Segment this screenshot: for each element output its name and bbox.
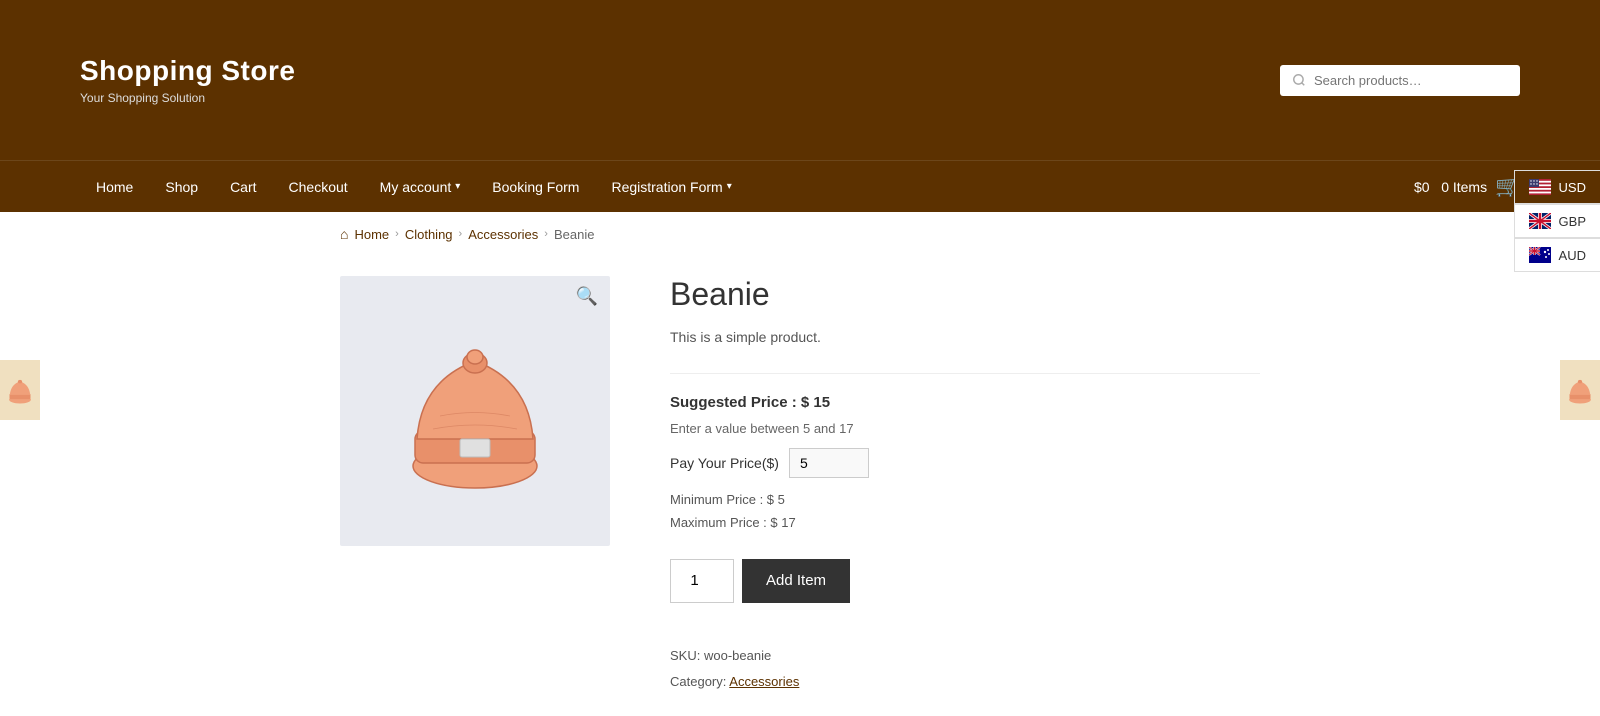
nav-checkout[interactable]: Checkout xyxy=(273,161,364,213)
chevron-down-icon: ▾ xyxy=(727,181,732,192)
pricing-section: Suggested Price : $ 15 Enter a value bet… xyxy=(670,373,1260,535)
breadcrumb-current: Beanie xyxy=(554,227,594,242)
pay-your-price-row: Pay Your Price($) xyxy=(670,448,1260,478)
min-price: Minimum Price : $ 5 xyxy=(670,488,1260,511)
prev-product-thumb[interactable] xyxy=(0,360,40,420)
search-icon xyxy=(1292,73,1306,87)
site-header: Shopping Store Your Shopping Solution xyxy=(0,0,1600,160)
currency-aud[interactable]: AUD xyxy=(1514,238,1600,272)
breadcrumb-home[interactable]: Home xyxy=(354,227,389,242)
product-image-container: 🔍 xyxy=(340,276,610,546)
add-item-button[interactable]: Add Item xyxy=(742,559,850,603)
flag-usd-icon xyxy=(1529,179,1551,195)
currency-gbp-label: GBP xyxy=(1559,214,1586,229)
product-main: 🔍 Beanie This is a simple product. Sugge… xyxy=(0,256,1600,715)
breadcrumb-accessories[interactable]: Accessories xyxy=(468,227,538,242)
main-nav: Home Shop Cart Checkout My account ▾ Boo… xyxy=(0,160,1600,212)
nav-cart[interactable]: Cart xyxy=(214,161,272,213)
breadcrumb-sep: › xyxy=(395,228,399,240)
breadcrumb: ⌂ Home › Clothing › Accessories › Beanie xyxy=(0,212,1600,256)
min-max-info: Minimum Price : $ 5 Maximum Price : $ 17 xyxy=(670,488,1260,535)
product-details: Beanie This is a simple product. Suggest… xyxy=(670,276,1260,695)
suggested-price: Suggested Price : $ 15 xyxy=(670,394,1260,411)
currency-gbp[interactable]: GBP xyxy=(1514,204,1600,238)
nav-registration-form[interactable]: Registration Form ▾ xyxy=(595,161,747,213)
breadcrumb-sep: › xyxy=(544,228,548,240)
product-image xyxy=(395,321,555,501)
brand: Shopping Store Your Shopping Solution xyxy=(80,55,295,105)
nav-home[interactable]: Home xyxy=(80,161,149,213)
flag-aud-icon xyxy=(1529,247,1551,263)
quantity-input[interactable] xyxy=(670,559,734,603)
product-sku: SKU: woo-beanie xyxy=(670,643,1260,669)
product-category: Category: Accessories xyxy=(670,669,1260,695)
store-tagline: Your Shopping Solution xyxy=(80,91,295,105)
cart-area[interactable]: $0 0 Items 🛒 xyxy=(1414,174,1520,199)
nav-my-account[interactable]: My account ▾ xyxy=(364,161,477,213)
next-product-image xyxy=(1566,372,1594,408)
search-box[interactable] xyxy=(1280,65,1520,96)
flag-gbp-icon xyxy=(1529,213,1551,229)
currency-usd[interactable]: USD xyxy=(1514,170,1600,204)
zoom-icon[interactable]: 🔍 xyxy=(576,286,598,307)
breadcrumb-sep: › xyxy=(459,228,463,240)
nav-booking-form[interactable]: Booking Form xyxy=(476,161,595,213)
price-note: Enter a value between 5 and 17 xyxy=(670,421,1260,436)
prev-product-image xyxy=(6,372,34,408)
currency-aud-label: AUD xyxy=(1559,248,1586,263)
cart-price: $0 0 Items xyxy=(1414,179,1487,195)
home-icon: ⌂ xyxy=(340,226,348,242)
pay-your-price-label: Pay Your Price($) xyxy=(670,455,779,471)
breadcrumb-clothing[interactable]: Clothing xyxy=(405,227,453,242)
product-description: This is a simple product. xyxy=(670,329,1260,345)
product-category-link[interactable]: Accessories xyxy=(729,674,799,689)
product-title: Beanie xyxy=(670,276,1260,313)
store-name: Shopping Store xyxy=(80,55,295,87)
currency-switcher: USD GBP xyxy=(1514,170,1600,272)
add-to-cart-row: Add Item xyxy=(670,559,1260,603)
search-input[interactable] xyxy=(1314,73,1508,88)
chevron-down-icon: ▾ xyxy=(455,181,460,192)
pay-your-price-input[interactable] xyxy=(789,448,869,478)
max-price: Maximum Price : $ 17 xyxy=(670,511,1260,534)
next-product-thumb[interactable] xyxy=(1560,360,1600,420)
product-meta: SKU: woo-beanie Category: Accessories xyxy=(670,643,1260,695)
nav-shop[interactable]: Shop xyxy=(149,161,214,213)
currency-usd-label: USD xyxy=(1559,180,1586,195)
